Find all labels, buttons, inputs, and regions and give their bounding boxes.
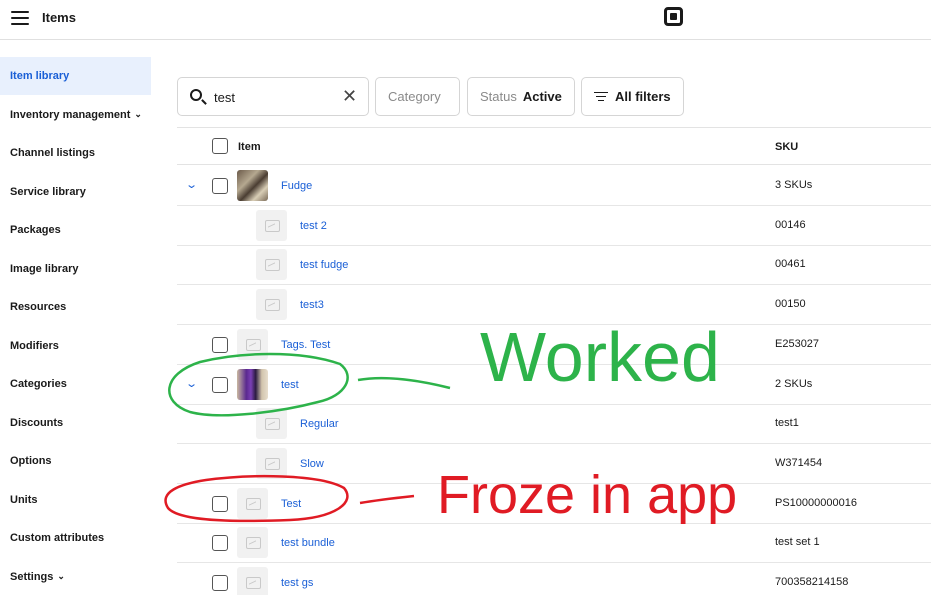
worked-circle-mark (168, 352, 349, 417)
froze-arrow-mark (359, 494, 415, 505)
worked-arrow-mark (357, 376, 451, 390)
worked-annotation-text: Worked (480, 318, 720, 396)
froze-annotation-text: Froze in app (437, 465, 738, 525)
froze-circle-mark (164, 474, 349, 523)
